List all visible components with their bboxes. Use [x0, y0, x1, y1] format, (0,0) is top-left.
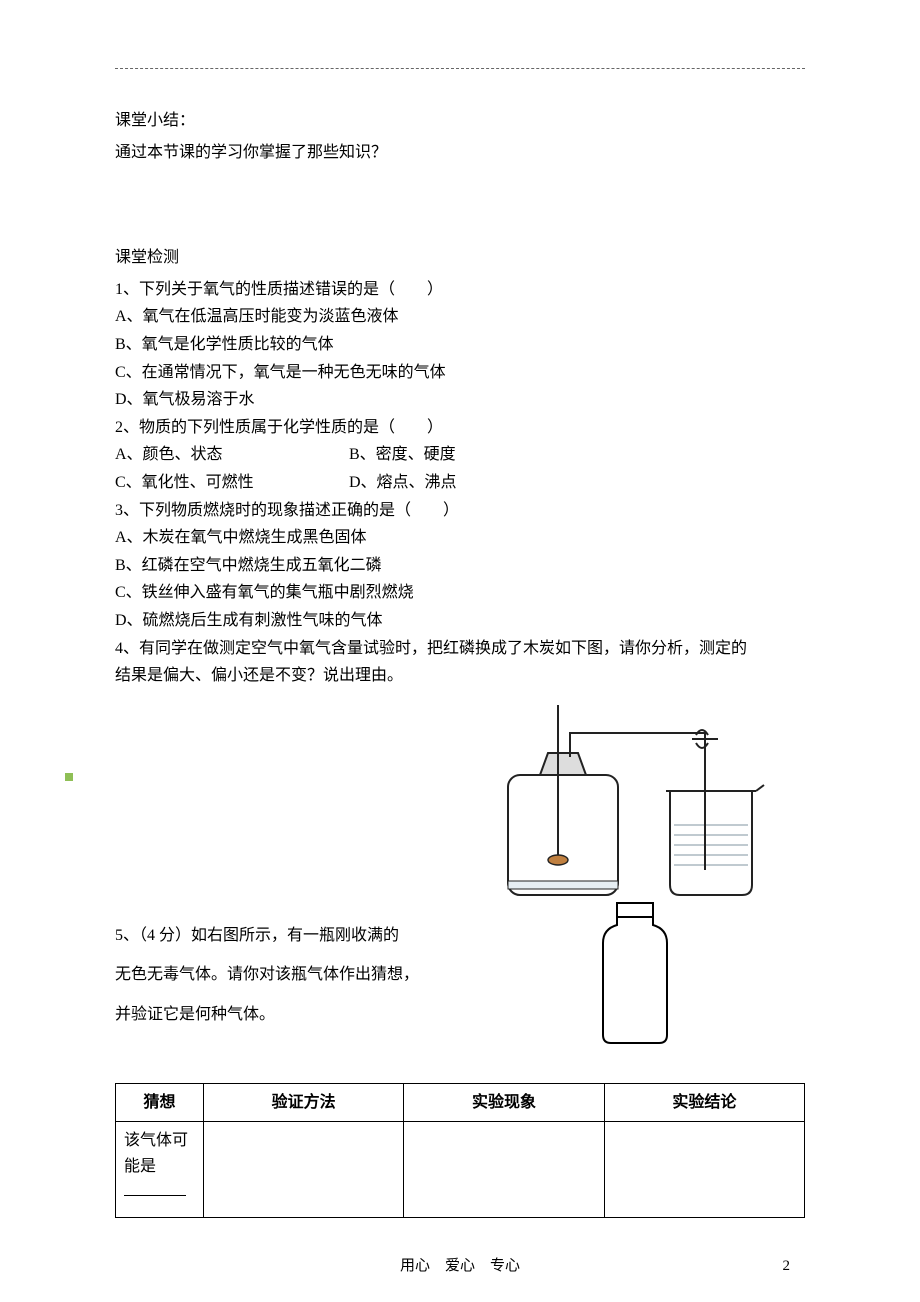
q2-stem: 2、物质的下列性质属于化学性质的是（ ）	[115, 415, 805, 441]
q1-opt-d: D、氧气极易溶于水	[115, 387, 805, 413]
green-dot-icon	[65, 773, 73, 781]
apparatus-diagram-icon	[470, 695, 770, 915]
q3-opt-b: B、红磷在空气中燃烧生成五氧化二磷	[115, 553, 805, 579]
test-heading: 课堂检测	[115, 245, 805, 271]
q3-stem: 3、下列物质燃烧时的现象描述正确的是（ ）	[115, 498, 805, 524]
q1-opt-b: B、氧气是化学性质比较的气体	[115, 332, 805, 358]
table-row-phenomenon[interactable]	[404, 1122, 604, 1218]
q4-diagram	[115, 713, 805, 923]
table-row-method[interactable]	[204, 1122, 404, 1218]
table-h1: 猜想	[116, 1083, 204, 1122]
summary-prompt: 通过本节课的学习你掌握了那些知识？	[115, 140, 805, 166]
q1-opt-a: A、氧气在低温高压时能变为淡蓝色液体	[115, 304, 805, 330]
q5-line3: 并验证它是何种气体。	[115, 1002, 805, 1028]
q5-line2: 无色无毒气体。请你对该瓶气体作出猜想，	[115, 962, 805, 988]
q1-stem: 1、下列关于氧气的性质描述错误的是（ ）	[115, 277, 805, 303]
q2-opt-b: B、密度、硬度	[349, 442, 456, 468]
q3-opt-a: A、木炭在氧气中燃烧生成黑色固体	[115, 525, 805, 551]
table-row-guess[interactable]: 该气体可能是	[116, 1122, 204, 1218]
page-footer: 用心 爱心 专心 2	[0, 1254, 920, 1278]
top-divider	[115, 68, 805, 69]
summary-heading: 课堂小结：	[115, 108, 805, 134]
table-h4: 实验结论	[604, 1083, 804, 1122]
q4-line2: 结果是偏大、偏小还是不变？说出理由。	[115, 663, 805, 689]
q5-line1: 5、（4 分）如右图所示，有一瓶刚收满的	[115, 923, 805, 949]
guess-prefix: 该气体可能是	[124, 1132, 188, 1175]
q2-opt-a: A、颜色、状态	[115, 442, 345, 468]
q1-opt-c: C、在通常情况下，氧气是一种无色无味的气体	[115, 360, 805, 386]
q4-line1: 4、有同学在做测定空气中氧气含量试验时，把红磷换成了木炭如下图，请你分析，测定的	[115, 636, 805, 662]
q2-opt-d: D、熔点、沸点	[349, 470, 457, 496]
footer-page-number: 2	[783, 1254, 791, 1278]
gas-bottle-icon	[589, 885, 681, 1045]
answer-table: 猜想 验证方法 实验现象 实验结论 该气体可能是	[115, 1083, 805, 1219]
q3-opt-d: D、硫燃烧后生成有刺激性气味的气体	[115, 608, 805, 634]
q3-opt-c: C、铁丝伸入盛有氧气的集气瓶中剧烈燃烧	[115, 580, 805, 606]
table-h2: 验证方法	[204, 1083, 404, 1122]
guess-blank[interactable]	[124, 1180, 186, 1196]
table-row-conclusion[interactable]	[604, 1122, 804, 1218]
table-h3: 实验现象	[404, 1083, 604, 1122]
q2-opt-c: C、氧化性、可燃性	[115, 470, 345, 496]
footer-motto: 用心 爱心 专心	[400, 1254, 520, 1278]
